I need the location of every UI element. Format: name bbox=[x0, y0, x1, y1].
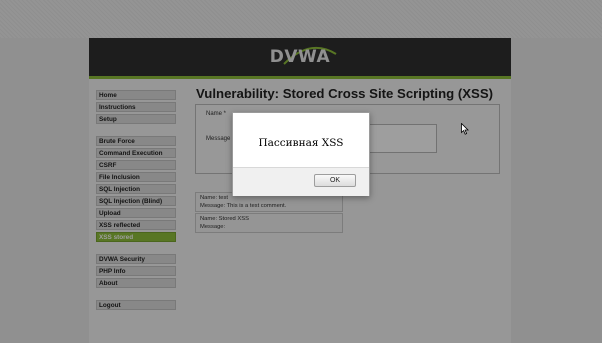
ok-button[interactable]: OK bbox=[314, 174, 356, 187]
alert-message: Пассивная XSS bbox=[258, 137, 344, 149]
alert-dialog: Пассивная XSS OK bbox=[232, 112, 370, 196]
mouse-cursor-icon bbox=[461, 123, 469, 135]
alert-footer: OK bbox=[233, 167, 369, 196]
